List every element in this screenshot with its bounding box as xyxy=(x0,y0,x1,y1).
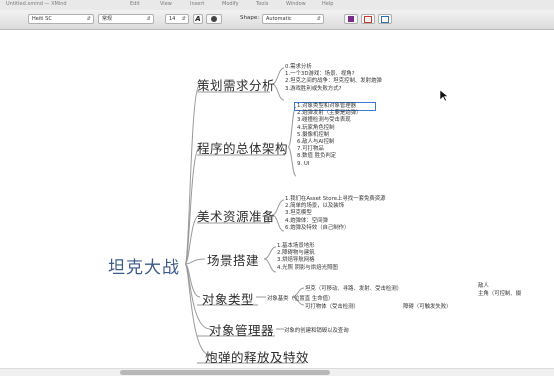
list-item[interactable]: 3.烘焙导航网格 xyxy=(277,257,338,264)
branch-art-assets[interactable]: 美术资源准备 xyxy=(197,206,275,225)
border-color-button[interactable] xyxy=(378,14,392,24)
branch-object-types[interactable]: 对象类型 xyxy=(202,289,254,308)
requirements-list: 0.需求分析 1.一个3D游戏：场景、视角? 2.坦克之间的战争：坦克控制、发射… xyxy=(285,64,382,93)
menu-item-tools[interactable]: Tools xyxy=(256,1,268,7)
color-wheel-icon xyxy=(211,16,217,22)
dropdown-arrow-icon: ⇵ xyxy=(181,16,186,22)
font-family-select[interactable]: Heiti SC ⇵ xyxy=(28,14,94,24)
branch-object-manager[interactable]: 对象管理器 xyxy=(209,320,274,339)
menu-title: Untitled.xmind — XMind xyxy=(6,1,67,7)
tank-class[interactable]: 坦克（可移动、寻路、发射、受击检测） xyxy=(305,284,402,292)
branch-architecture[interactable]: 程序的总体架构 xyxy=(197,138,288,157)
font-weight-select[interactable]: 常规 ⇵ xyxy=(98,14,154,24)
list-item[interactable]: 4.玩家角色控制 xyxy=(297,125,361,132)
text-color-icon: A xyxy=(195,15,201,23)
scrollbar-thumb[interactable] xyxy=(120,370,330,375)
menu-item-insert[interactable]: Insert xyxy=(190,1,204,7)
dropdown-arrow-icon: ⇵ xyxy=(146,16,151,22)
list-item[interactable]: 3.坦克模型 xyxy=(285,210,386,217)
object-base-class[interactable]: 对象基类（位置直 生命值） xyxy=(267,294,333,302)
branch-requirements[interactable]: 策划需求分析 xyxy=(197,75,275,94)
text-color-button[interactable]: A xyxy=(193,14,203,24)
horizontal-scrollbar[interactable] xyxy=(0,368,554,376)
list-item[interactable]: 8.数值 胜负判定 xyxy=(297,153,361,160)
connector-line xyxy=(184,258,206,265)
shape-select[interactable]: Automatic ⇵ xyxy=(262,14,324,24)
obstacle-class[interactable]: 障碍（可触发失败） xyxy=(403,302,452,310)
player-class[interactable]: 主角（可控制、摄 xyxy=(478,289,521,297)
fill-color-button[interactable] xyxy=(344,14,358,24)
menu-item-modify[interactable]: Modify xyxy=(222,1,239,7)
list-item[interactable]: 4.炮弹体：空间弹 xyxy=(285,218,386,225)
dropdown-arrow-icon: ⇵ xyxy=(316,16,321,22)
mindmap-canvas[interactable]: 坦克大战 策划需求分析 0.需求分析 1.一个3D游戏：场景、视角? 2.坦克之… xyxy=(0,30,554,376)
list-item[interactable]: 3.碰撞检测与受击表现 xyxy=(297,117,361,124)
list-item[interactable]: 5.摄像机控制 xyxy=(297,132,361,139)
hittable-object-class[interactable]: 可打物体（受击检测） xyxy=(305,302,359,310)
line-color-button[interactable] xyxy=(361,14,375,24)
list-item[interactable]: 3.游戏胜利或失败方式? xyxy=(285,86,382,93)
list-item[interactable]: 4.光照 阴影与烘焙光照图 xyxy=(277,265,338,272)
font-family-value: Heiti SC xyxy=(32,16,52,22)
font-weight-value: 常规 xyxy=(102,16,113,22)
menu-item-help[interactable]: Help xyxy=(322,1,333,7)
list-item[interactable]: 6.炮弹及特效（自己制作） xyxy=(285,225,386,232)
dropdown-arrow-icon: ⇵ xyxy=(86,16,91,22)
list-item[interactable]: 2.坦克之间的战争：坦克控制、发射炮弹 xyxy=(285,78,382,85)
object-manager-note[interactable]: 对象的创建和销毁以及查询 xyxy=(284,326,349,334)
format-toolbar: Heiti SC ⇵ 常规 ⇵ 14 ⇵ A Shape: Automatic … xyxy=(0,10,554,30)
connector-line xyxy=(184,83,201,265)
scene-setup-list: 1.基本场景地形 2.障碍物与建筑 3.烘焙导航网格 4.光照 阴影与烘焙光照图 xyxy=(277,243,338,272)
central-topic[interactable]: 坦克大战 xyxy=(108,253,180,278)
fill-color-icon xyxy=(348,16,354,22)
menu-bar: Untitled.xmind — XMind Edit View Insert … xyxy=(0,0,554,10)
color-picker-button[interactable] xyxy=(206,14,222,24)
line-color-icon xyxy=(364,15,372,23)
menu-item-view[interactable]: View xyxy=(160,1,172,7)
menu-item-window[interactable]: Window xyxy=(286,1,306,7)
enemy-class[interactable]: 敌人 xyxy=(478,281,489,289)
branch-shell-effects[interactable]: 炮弹的释放及特效 xyxy=(205,347,309,366)
mouse-cursor-icon xyxy=(440,90,448,102)
art-assets-list: 1.我们在Asset Store上寻找一套免费资源 2.简单的场景，以及装饰 3… xyxy=(285,196,386,232)
shape-value: Automatic xyxy=(266,16,292,22)
font-size-select[interactable]: 14 ⇵ xyxy=(165,14,189,24)
border-color-icon xyxy=(381,15,389,23)
shape-label: Shape: xyxy=(240,15,260,21)
font-size-value: 14 xyxy=(169,16,176,22)
branch-scene-setup[interactable]: 场景搭建 xyxy=(207,250,259,269)
architecture-list: 1.对象类型和对象管理器 2.炮弹发射（主要是炮弹） 3.碰撞检测与受击表现 4… xyxy=(297,103,361,168)
list-item[interactable]: 9. UI xyxy=(297,161,361,168)
menu-item-edit[interactable]: Edit xyxy=(130,1,140,7)
connector-lines xyxy=(184,67,305,364)
